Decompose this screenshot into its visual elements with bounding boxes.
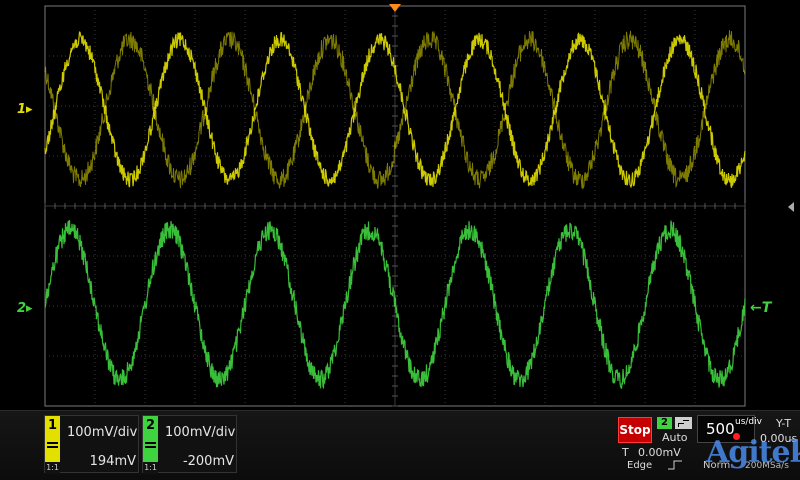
dc-coupling-icon [47,440,58,450]
ch1-number: 1 [47,418,58,433]
ch1-marker-label: 1 [17,102,27,117]
trigger-mode[interactable]: Auto [662,431,688,444]
ch1-settings-box[interactable]: 1 1:1 100mV/div 194mV [44,415,139,474]
trigger-position: 0.00mV [638,446,681,459]
timebase-unit: us/div [735,417,762,427]
ch2-ground-marker[interactable]: 2▸ [17,302,33,316]
ch2-probe-ratio: 1:1 [143,462,158,474]
ch2-offset: -200mV [182,454,234,469]
status-bar: 1 1:1 100mV/div 194mV 2 1:1 100mV/div -2… [0,410,800,480]
trigger-source-badge[interactable]: 2 [657,417,672,429]
ch2-volts-per-div: 100mV/div [165,425,236,440]
chevron-left-icon[interactable] [788,202,794,212]
display-mode[interactable]: Y-T [776,417,791,430]
dc-coupling-icon [145,440,156,450]
ch2-marker-label: 2 [17,301,27,316]
triangle-down-icon[interactable] [389,4,401,12]
ch1-volts-per-div: 100mV/div [67,425,138,440]
ch2-number: 2 [145,418,156,433]
rising-edge-icon[interactable] [675,417,692,429]
run-stop-button[interactable]: Stop [618,417,652,443]
ch1-ground-marker[interactable]: 1▸ [17,103,33,117]
ch1-probe-ratio: 1:1 [45,462,60,474]
waveform-canvas [44,5,746,407]
trigger-level-marker[interactable]: ←T [750,301,771,315]
ch1-offset: 194mV [89,454,136,469]
edge-trigger-icon [668,460,682,470]
trigger-type[interactable]: Edge [627,460,652,471]
trigger-level-label: ←T [750,300,772,316]
waveform-display[interactable]: 1▸ 2▸ ←T [0,0,800,410]
trigger-t-label: T [622,446,629,459]
ch2-settings-box[interactable]: 2 1:1 100mV/div -200mV [142,415,237,474]
agitek-watermark: Agitek [706,435,800,470]
